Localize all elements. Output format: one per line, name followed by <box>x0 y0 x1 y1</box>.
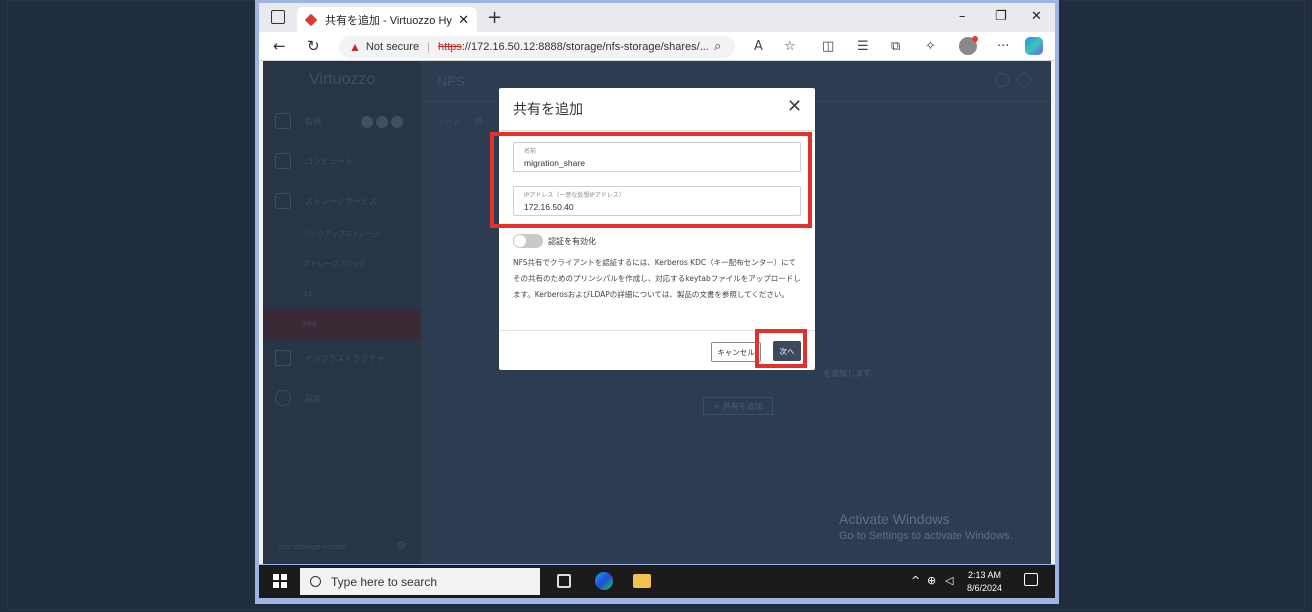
tab-title: 共有を追加 - Virtuozzo Hybrid Inf <box>325 14 452 27</box>
favorites-icon[interactable]: ☰ <box>857 39 869 54</box>
sidebar-item-label: 設定 <box>305 393 321 403</box>
close-icon[interactable]: ✕ <box>787 96 802 117</box>
restore-button[interactable]: ❐ <box>995 9 1007 24</box>
dialog-header-divider <box>499 130 815 131</box>
cluster-name: poc-storage-cluster <box>279 543 348 551</box>
tab-bar: 共有を追加 - Virtuozzo Hybrid Inf ✕ + – ❐ ✕ <box>259 3 1055 32</box>
minimize-button[interactable]: – <box>959 9 966 24</box>
copilot-icon[interactable] <box>1025 37 1043 55</box>
url-input[interactable]: ▲ Not secure | https ://172.16.50.12:888… <box>339 36 735 58</box>
edge-browser-icon[interactable] <box>595 572 613 590</box>
refresh-icon[interactable]: ↻ <box>307 37 320 55</box>
watermark-title: Activate Windows <box>839 511 950 527</box>
auth-description: NFS共有でクライアントを認証するには、Kerberos KDC（キー配布センタ… <box>513 258 801 299</box>
split-screen-icon[interactable]: ◫ <box>822 39 834 54</box>
status-badge <box>361 116 373 128</box>
tab-shares[interactable]: 共 <box>475 116 483 127</box>
read-aloud-icon[interactable]: A <box>754 39 763 54</box>
enable-auth-label: 認証を有効化 <box>548 237 596 246</box>
status-badge <box>376 116 388 128</box>
sidebar-item-storage-services[interactable]: ストレージサービス <box>263 186 421 216</box>
tab-close-icon[interactable]: ✕ <box>458 12 469 28</box>
add-share-dialog: 共有を追加 ✕ 名前 migration_share IPアドレス（一意な仮想I… <box>490 88 815 370</box>
zoom-icon[interactable]: ⌕ <box>714 39 721 54</box>
volume-muted-icon[interactable]: ◁ <box>945 574 953 587</box>
sidebar: Virtuozzo 監視 コンピュート ストレージサービス バックアップストレー… <box>263 61 421 564</box>
sidebar-item-label: 監視 <box>305 116 321 126</box>
sidebar-item-infrastructure[interactable]: インフラストラクチャ <box>263 343 421 373</box>
search-icon <box>310 576 321 587</box>
new-tab-icon[interactable]: + <box>487 7 502 28</box>
tray-chevron-icon[interactable]: ^ <box>911 574 920 587</box>
toggle-knob <box>514 235 526 247</box>
sidebar-item-backup-storage[interactable]: バックアップストレージ <box>263 219 421 249</box>
virtuozzo-favicon-icon <box>304 13 318 26</box>
taskbar-clock[interactable]: 2:13 AM 8/6/2024 <box>967 569 1002 595</box>
tab-nodes[interactable]: ノード <box>437 116 461 127</box>
page-title: NFS <box>437 73 465 89</box>
network-tray-icon[interactable]: ⊕ <box>927 574 936 587</box>
sidebar-item-label: ストレージサービス <box>305 196 377 206</box>
collections-icon[interactable]: ⧉ <box>891 39 900 54</box>
file-explorer-icon[interactable] <box>633 574 651 588</box>
cluster-settings-icon[interactable]: ⚙ <box>396 539 406 552</box>
status-badges <box>361 116 403 128</box>
brand-logo: Virtuozzo <box>309 71 376 88</box>
sidebar-item-s3[interactable]: S3 <box>263 279 421 309</box>
sidebar-item-block-storage[interactable]: ストレージブロック <box>263 249 421 279</box>
sidebar-item-label: コンピュート <box>305 156 353 166</box>
dialog-title: 共有を追加 <box>513 102 583 118</box>
sidebar-item-nfs[interactable]: NFS <box>263 309 421 339</box>
monitor-icon <box>275 113 291 129</box>
sidebar-item-compute[interactable]: コンピュート <box>263 146 421 176</box>
windows-start-icon[interactable] <box>273 574 287 588</box>
notification-center-icon[interactable] <box>1024 573 1038 586</box>
sidebar-item-label: インフラストラクチャ <box>305 353 385 363</box>
url-path: ://172.16.50.12:8888/storage/nfs-storage… <box>461 41 709 53</box>
warning-icon: ▲ <box>349 40 361 54</box>
taskbar-search-input[interactable]: Type here to search <box>300 568 540 595</box>
url-divider: | <box>427 41 430 53</box>
clock-time: 2:13 AM <box>968 570 1002 580</box>
next-highlight-box <box>755 329 807 368</box>
gear-icon <box>275 390 291 406</box>
security-label: Not secure <box>365 41 420 53</box>
task-view-icon[interactable] <box>557 574 571 588</box>
clock-date: 8/6/2024 <box>967 583 1003 593</box>
windows-taskbar: Type here to search ^ ⊕ ◁ 2:13 AM 8/6/20… <box>259 565 1055 598</box>
back-arrow-icon[interactable]: ← <box>273 37 286 55</box>
network-icon <box>275 350 291 366</box>
more-options-icon[interactable]: ··· <box>997 39 1009 54</box>
fields-highlight-box <box>490 132 812 228</box>
header-icons <box>995 73 1031 87</box>
url-scheme: https <box>437 41 462 53</box>
search-placeholder: Type here to search <box>331 574 438 589</box>
browser-tab[interactable]: 共有を追加 - Virtuozzo Hybrid Inf ✕ <box>297 7 477 32</box>
favorite-star-icon[interactable]: ☆ <box>784 39 796 54</box>
sidebar-item-settings[interactable]: 設定 <box>263 383 421 413</box>
help-icon[interactable] <box>1017 73 1031 87</box>
enable-auth-toggle[interactable] <box>513 234 543 248</box>
cube-icon <box>275 153 291 169</box>
profile-alert-dot <box>972 36 978 42</box>
grid-icon <box>275 193 291 209</box>
cancel-button[interactable]: キャンセル <box>711 342 761 362</box>
close-window-button[interactable]: ✕ <box>1031 9 1042 24</box>
empty-state-text: を追加します。 <box>823 369 879 378</box>
status-badge <box>391 116 403 128</box>
address-bar-row: ← ↻ ▲ Not secure | https ://172.16.50.12… <box>259 32 1055 61</box>
tab-actions-icon[interactable] <box>271 10 285 24</box>
extensions-icon[interactable]: ✧ <box>925 39 936 54</box>
add-share-button[interactable]: + 共有を追加 <box>703 397 773 415</box>
watermark-subtitle: Go to Settings to activate Windows. <box>839 530 1013 542</box>
activate-windows-watermark: Activate Windows Go to Settings to activ… <box>839 511 1013 542</box>
notifications-icon[interactable] <box>995 73 1009 87</box>
